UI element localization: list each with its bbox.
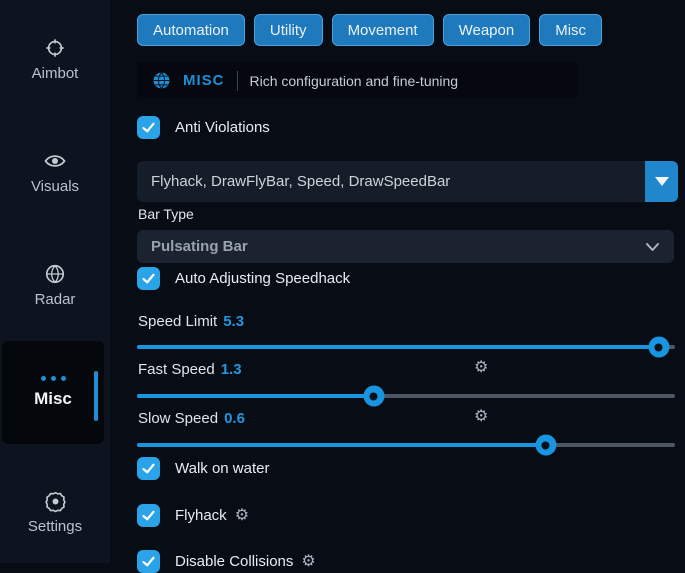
- category-tabs: Automation Utility Movement Weapon Misc: [137, 14, 602, 46]
- speed-limit-slider[interactable]: [137, 337, 675, 357]
- disable-collisions-gear-icon[interactable]: ⚙: [301, 554, 315, 570]
- anti-violations-checkbox[interactable]: [137, 116, 160, 139]
- bar-type-label: Bar Type: [138, 206, 194, 222]
- check-icon: [141, 554, 156, 569]
- slider-fill: [137, 443, 546, 447]
- fast-speed-slider[interactable]: [137, 386, 675, 406]
- anti-violations-row: Anti Violations: [137, 116, 270, 139]
- bar-type-value: Pulsating Bar: [151, 238, 248, 255]
- walk-on-water-checkbox[interactable]: [137, 457, 160, 480]
- speed-limit-label-row: Speed Limit 5.3: [138, 313, 675, 330]
- speed-limit-value: 5.3: [223, 313, 244, 330]
- auto-adjusting-label: Auto Adjusting Speedhack: [175, 270, 350, 287]
- tab-automation[interactable]: Automation: [137, 14, 245, 46]
- globe-icon: [43, 262, 67, 286]
- slow-speed-gear-icon[interactable]: ⚙: [474, 409, 488, 425]
- check-icon: [141, 120, 156, 135]
- chevron-down-icon: [645, 242, 660, 252]
- ellipsis-icon: [41, 376, 66, 381]
- sidebar: Aimbot Visuals Radar: [0, 0, 110, 563]
- slow-speed-slider[interactable]: [137, 435, 675, 455]
- sidebar-item-visuals[interactable]: Visuals: [0, 149, 110, 195]
- tab-movement[interactable]: Movement: [332, 14, 434, 46]
- gear-icon: [43, 489, 67, 513]
- check-icon: [141, 271, 156, 286]
- section-title: MISC: [183, 72, 225, 89]
- slider-handle[interactable]: [648, 337, 669, 358]
- bar-type-select[interactable]: Pulsating Bar: [137, 230, 674, 263]
- sidebar-item-label: Settings: [28, 518, 82, 535]
- dropdown-open-button[interactable]: [645, 161, 678, 202]
- disable-collisions-checkbox[interactable]: [137, 550, 160, 573]
- flyhack-gear-icon[interactable]: ⚙: [235, 508, 249, 524]
- disable-collisions-row: Disable Collisions ⚙: [137, 550, 316, 573]
- fast-speed-label-row: Fast Speed 1.3 ⚙: [138, 361, 675, 378]
- check-icon: [141, 508, 156, 523]
- sidebar-item-settings[interactable]: Settings: [0, 489, 110, 535]
- slow-speed-value: 0.6: [224, 410, 245, 427]
- slider-handle[interactable]: [363, 386, 384, 407]
- section-header: MISC Rich configuration and fine-tuning: [137, 62, 577, 99]
- disable-collisions-label: Disable Collisions: [175, 553, 293, 570]
- anti-violations-label: Anti Violations: [175, 119, 270, 136]
- section-subtitle: Rich configuration and fine-tuning: [250, 73, 459, 89]
- features-dropdown[interactable]: Flyhack, DrawFlyBar, Speed, DrawSpeedBar: [137, 161, 678, 202]
- slider-fill: [137, 394, 374, 398]
- fast-speed-value: 1.3: [221, 361, 242, 378]
- sidebar-item-misc[interactable]: Misc: [2, 341, 104, 444]
- walk-on-water-row: Walk on water: [137, 457, 269, 480]
- sidebar-item-label: Misc: [34, 389, 72, 409]
- slider-fill: [137, 345, 659, 349]
- auto-adjusting-row: Auto Adjusting Speedhack: [137, 267, 350, 290]
- flyhack-label: Flyhack: [175, 507, 227, 524]
- divider: [237, 71, 238, 91]
- walk-on-water-label: Walk on water: [175, 460, 269, 477]
- eye-icon: [43, 149, 67, 173]
- slow-speed-label-row: Slow Speed 0.6 ⚙: [138, 410, 675, 427]
- flyhack-checkbox[interactable]: [137, 504, 160, 527]
- sidebar-item-label: Radar: [35, 291, 76, 308]
- check-icon: [141, 461, 156, 476]
- sidebar-item-label: Visuals: [31, 178, 79, 195]
- tab-weapon[interactable]: Weapon: [443, 14, 531, 46]
- speed-limit-label: Speed Limit: [138, 313, 217, 330]
- triangle-down-icon: [655, 177, 669, 186]
- misc-panel: Aimbot Visuals Radar: [0, 0, 685, 563]
- tab-utility[interactable]: Utility: [254, 14, 323, 46]
- fast-speed-gear-icon[interactable]: ⚙: [474, 360, 488, 376]
- auto-adjusting-checkbox[interactable]: [137, 267, 160, 290]
- fast-speed-label: Fast Speed: [138, 361, 215, 378]
- slow-speed-label: Slow Speed: [138, 410, 218, 427]
- slider-handle[interactable]: [535, 435, 556, 456]
- crosshair-icon: [43, 36, 67, 60]
- globe-icon: [152, 71, 171, 90]
- tab-misc[interactable]: Misc: [539, 14, 602, 46]
- flyhack-row: Flyhack ⚙: [137, 504, 249, 527]
- sidebar-item-label: Aimbot: [32, 65, 79, 82]
- sidebar-item-aimbot[interactable]: Aimbot: [0, 36, 110, 82]
- features-dropdown-value: Flyhack, DrawFlyBar, Speed, DrawSpeedBar: [137, 173, 450, 190]
- sidebar-item-radar[interactable]: Radar: [0, 262, 110, 308]
